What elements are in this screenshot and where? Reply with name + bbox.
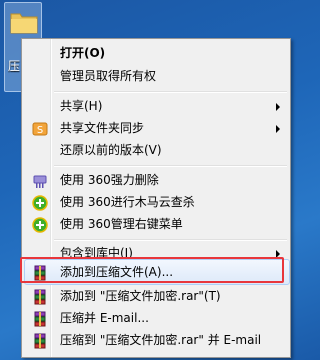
menu-item-360-force-delete-label: 使用 360强力删除 — [60, 173, 159, 187]
menu-item-360-manage-menu[interactable]: 使用 360管理右键菜单 — [24, 213, 288, 235]
menu-item-take-ownership-label: 管理员取得所有权 — [60, 69, 157, 83]
menu-separator — [54, 239, 287, 241]
menu-item-compress-rar-email-label: 压缩到 "压缩文件加密.rar" 并 E-mail — [60, 333, 262, 347]
menu-item-compress-rar-email[interactable]: 压缩到 "压缩文件加密.rar" 并 E-mail — [24, 329, 288, 351]
menu-item-360-force-delete[interactable]: 使用 360强力删除 — [24, 169, 288, 191]
submenu-arrow-icon — [276, 125, 280, 133]
context-menu: 打开(O) 管理员取得所有权 共享(H) S 共享文件夹同步 还原以前的版本(V… — [21, 38, 291, 358]
sync-folder-icon: S — [32, 122, 48, 136]
folder-icon — [10, 13, 38, 34]
menu-separator — [54, 165, 287, 167]
menu-item-share-sync-label: 共享文件夹同步 — [60, 121, 145, 135]
submenu-arrow-icon — [276, 103, 280, 111]
menu-item-restore-versions-label: 还原以前的版本(V) — [60, 143, 162, 157]
shredder-icon — [33, 175, 47, 188]
menu-item-360-trojan-scan[interactable]: 使用 360进行木马云查杀 — [24, 191, 288, 213]
menu-item-take-ownership[interactable]: 管理员取得所有权 — [24, 65, 288, 87]
annotation-highlight-box — [20, 257, 284, 283]
winrar-icon — [34, 333, 46, 349]
menu-item-360-manage-menu-label: 使用 360管理右键菜单 — [60, 217, 183, 231]
menu-item-open-label: 打开(O) — [60, 46, 106, 60]
menu-item-compress-email-label: 压缩并 E-mail... — [60, 311, 149, 325]
menu-item-add-to-rar[interactable]: 添加到 "压缩文件加密.rar"(T) — [24, 285, 288, 307]
menu-item-share-sync[interactable]: S 共享文件夹同步 — [24, 117, 288, 139]
svg-text:S: S — [37, 125, 43, 136]
menu-item-share-label: 共享(H) — [60, 99, 103, 113]
360-shield-icon — [32, 195, 48, 211]
menu-item-share[interactable]: 共享(H) — [24, 95, 288, 117]
menu-item-360-trojan-scan-label: 使用 360进行木马云查杀 — [60, 195, 195, 209]
menu-item-add-to-rar-label: 添加到 "压缩文件加密.rar"(T) — [60, 289, 221, 303]
winrar-icon — [34, 311, 46, 327]
360-shield-icon — [32, 217, 48, 233]
winrar-icon — [34, 289, 46, 305]
menu-separator — [54, 91, 287, 93]
desktop-icon-label: 压 — [8, 59, 21, 73]
menu-item-compress-email[interactable]: 压缩并 E-mail... — [24, 307, 288, 329]
menu-item-restore-versions[interactable]: 还原以前的版本(V) — [24, 139, 288, 161]
menu-item-open[interactable]: 打开(O) — [24, 42, 288, 64]
